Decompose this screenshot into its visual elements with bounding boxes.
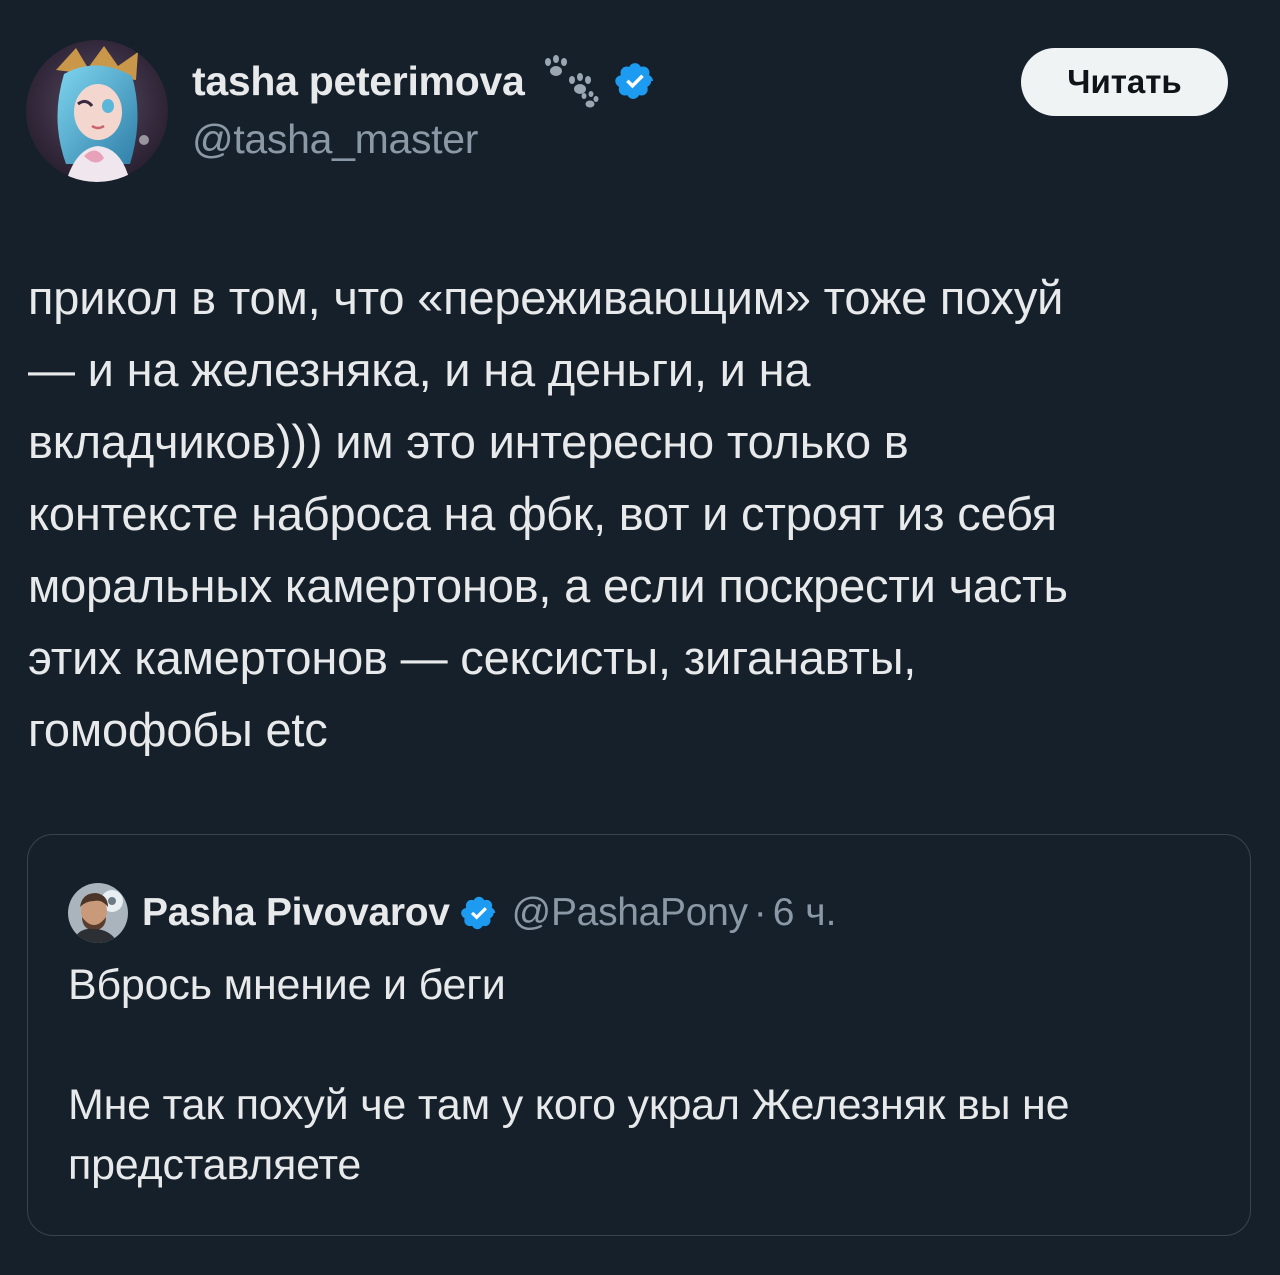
quoted-timestamp[interactable]: 6 ч.	[773, 891, 837, 935]
quoted-tweet-header: Pasha Pivovarov @PashaPony · 6 ч.	[68, 883, 836, 943]
quoted-author-handle[interactable]: @PashaPony	[512, 891, 748, 935]
quoted-tweet[interactable]: Pasha Pivovarov @PashaPony · 6 ч. Вбрось…	[27, 834, 1251, 1236]
quoted-author-avatar-image	[68, 883, 128, 943]
tweet-text: прикол в том, что «переживающим» тоже по…	[28, 271, 1068, 756]
tweet-card: tasha peterimova @tasha_master Читать пр…	[0, 0, 1280, 1275]
author-name-row: tasha peterimova	[192, 52, 656, 110]
author-avatar-image	[26, 40, 168, 182]
quoted-verified-badge-icon[interactable]	[460, 894, 498, 932]
author-handle[interactable]: @tasha_master	[192, 116, 656, 163]
quoted-tweet-text: Вбрось мнение и беги Мне так похуй че та…	[68, 961, 1070, 1189]
author-avatar[interactable]	[26, 40, 168, 182]
quoted-separator: ·	[753, 891, 767, 934]
paw-prints-icon	[545, 55, 599, 108]
verified-badge-icon[interactable]	[614, 60, 656, 102]
quoted-author-avatar[interactable]	[68, 883, 128, 943]
follow-button[interactable]: Читать	[1021, 48, 1228, 116]
tweet-header: tasha peterimova @tasha_master Читать	[26, 40, 1256, 185]
quoted-author-display-name[interactable]: Pasha Pivovarov	[142, 891, 450, 935]
author-names: tasha peterimova @tasha_master	[192, 52, 656, 163]
author-display-name[interactable]: tasha peterimova	[192, 58, 525, 105]
